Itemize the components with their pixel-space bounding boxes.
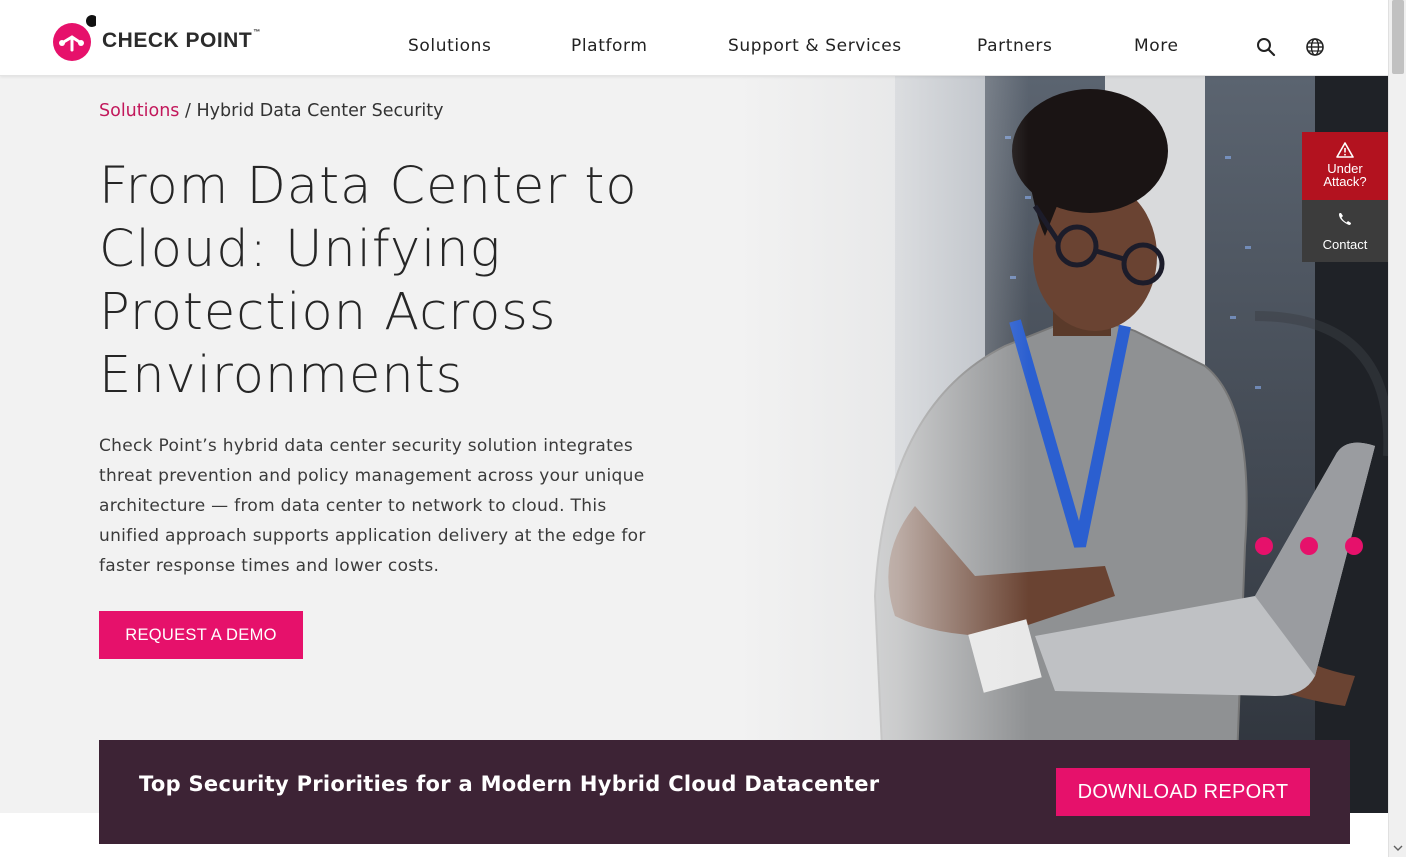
check-point-logo[interactable]: CHECK POINT™ (52, 13, 261, 61)
hero-description: Check Point’s hybrid data center securit… (99, 436, 646, 576)
breadcrumb-current: Hybrid Data Center Security (196, 101, 444, 121)
hero-title: From Data Center to Cloud: Unifying Prot… (99, 157, 638, 405)
scroll-down-arrow-icon[interactable] (1393, 838, 1403, 851)
promo-text: Top Security Priorities for a Modern Hyb… (139, 772, 880, 796)
logo-text: CHECK POINT™ (102, 29, 261, 52)
globe-icon[interactable] (1305, 37, 1325, 57)
search-icon[interactable] (1256, 37, 1276, 57)
logo-mark-icon (52, 13, 98, 61)
nav-partners[interactable]: Partners (977, 36, 1052, 56)
site-header: CHECK POINT™ Solutions Platform Support … (0, 0, 1388, 76)
contact-button[interactable]: Contact (1302, 200, 1388, 262)
download-report-button[interactable]: DOWNLOAD REPORT (1056, 768, 1310, 816)
nav-support-services[interactable]: Support & Services (728, 36, 902, 56)
promo-banner: Top Security Priorities for a Modern Hyb… (99, 740, 1350, 844)
hero-photo-woman-with-laptop (735, 76, 1388, 813)
scrollbar-thumb[interactable] (1392, 0, 1404, 74)
vertical-scrollbar[interactable] (1388, 0, 1406, 857)
request-demo-button[interactable]: REQUEST A DEMO (99, 611, 303, 659)
breadcrumb-separator: / (179, 101, 197, 121)
under-attack-label-line2: Attack? (1323, 174, 1367, 189)
nav-platform[interactable]: Platform (571, 36, 648, 56)
contact-label: Contact (1322, 237, 1368, 252)
warning-triangle-icon (1302, 132, 1388, 162)
nav-more[interactable]: More (1134, 36, 1179, 56)
phone-icon (1302, 200, 1388, 231)
under-attack-button[interactable]: Under Attack? (1302, 132, 1388, 200)
breadcrumb: Solutions / Hybrid Data Center Security (99, 101, 443, 121)
nav-solutions[interactable]: Solutions (408, 36, 492, 56)
breadcrumb-solutions-link[interactable]: Solutions (99, 101, 179, 121)
